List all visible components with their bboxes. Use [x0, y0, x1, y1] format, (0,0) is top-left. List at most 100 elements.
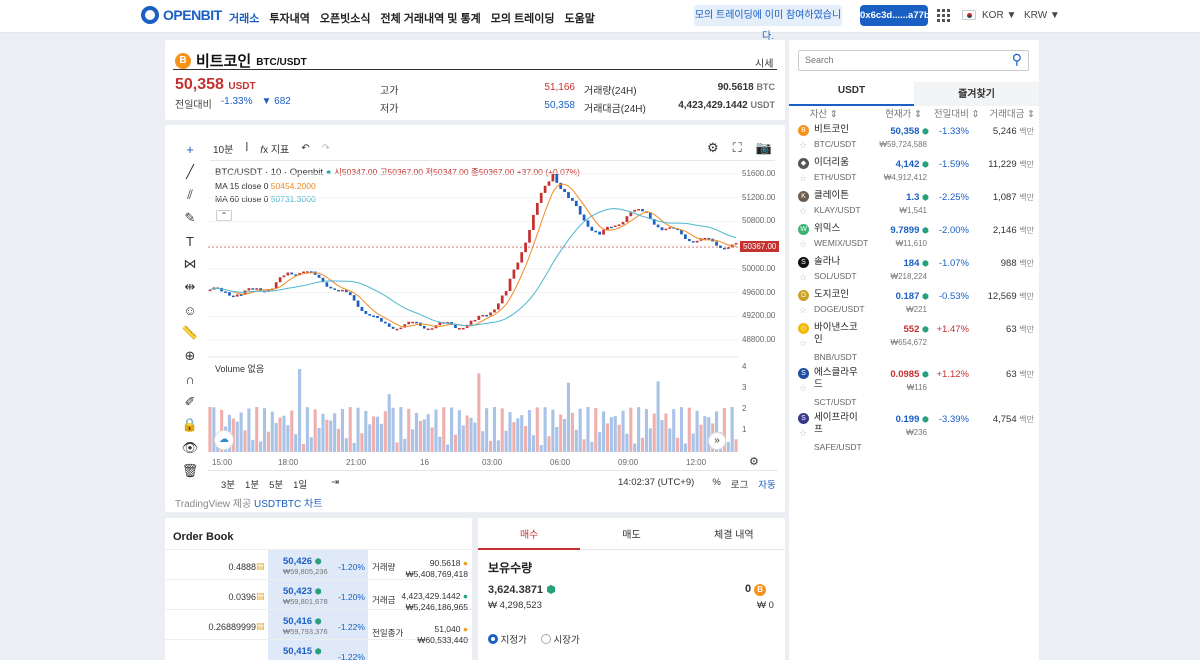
log-toggle[interactable]: 로그 — [731, 477, 748, 491]
lock-icon[interactable]: 🔒 — [181, 416, 199, 434]
candle — [372, 315, 375, 318]
menu-news[interactable]: 오픈빗소식 — [320, 10, 371, 26]
candle — [224, 291, 227, 293]
volume-bar — [290, 410, 294, 452]
candle — [399, 327, 403, 330]
favorite-star-icon[interactable]: ☆ — [799, 383, 807, 394]
favorite-star-icon[interactable]: ☆ — [799, 140, 807, 151]
candle — [582, 214, 586, 221]
logo[interactable]: OPENBIT — [141, 6, 222, 24]
coin-change: -2.00% — [938, 225, 969, 236]
trash-icon[interactable]: 🗑 — [181, 462, 199, 480]
camera-icon[interactable]: 📷 — [756, 140, 772, 156]
volume-bar — [683, 443, 687, 452]
indicators-button[interactable]: fx 지표 — [260, 141, 289, 156]
limit-radio[interactable]: 지정가 — [488, 632, 527, 646]
range-1m[interactable]: 1분 — [245, 477, 259, 491]
menu-mock-trading[interactable]: 모의 트레이딩 — [491, 10, 555, 26]
menu-investments[interactable]: 투자내역 — [269, 10, 309, 26]
candle — [722, 247, 726, 250]
measure-icon[interactable]: ⇹ — [181, 278, 199, 296]
favorite-star-icon[interactable]: ☆ — [799, 305, 807, 316]
menu-help[interactable]: 도움말 — [565, 10, 595, 26]
col-asset[interactable]: 자산 ⇕ — [793, 106, 854, 120]
col-volume[interactable]: 거래대금 ⇕ — [979, 106, 1035, 120]
zoom-icon[interactable]: ⊕ — [181, 347, 199, 365]
scroll-right-icon[interactable]: » — [708, 432, 726, 450]
quote-tab[interactable]: 시세 — [755, 55, 773, 70]
volume-bar — [691, 433, 695, 452]
range-5m[interactable]: 5분 — [269, 477, 283, 491]
range-1d[interactable]: 1일 — [293, 477, 307, 491]
tab-sell[interactable]: 매도 — [580, 526, 683, 550]
btc-balance: 0 B — [745, 583, 767, 596]
search-input[interactable] — [799, 51, 989, 69]
interval-button[interactable]: 10분 — [213, 141, 233, 156]
pattern-icon[interactable]: ⋈ — [181, 255, 199, 273]
favorite-star-icon[interactable]: ☆ — [799, 428, 807, 439]
menu-stats[interactable]: 전체 거래내역 및 통계 — [380, 10, 480, 26]
range-3m[interactable]: 3분 — [221, 477, 235, 491]
tab-history[interactable]: 체결 내역 — [682, 526, 785, 550]
col-change[interactable]: 전일대비 ⇕ — [922, 106, 980, 120]
tab-favorites[interactable]: 즐겨찾기 — [914, 82, 1039, 106]
price-chart[interactable] — [208, 162, 738, 472]
search-icon[interactable]: ⚲ — [1012, 51, 1022, 68]
settings-icon[interactable]: ⚙ — [707, 140, 719, 156]
volume-bar — [270, 411, 274, 452]
favorite-star-icon[interactable]: ☆ — [799, 206, 807, 217]
candle — [235, 294, 239, 297]
currency-select[interactable]: KRW ▼ — [1024, 10, 1060, 21]
x-tick: 15:00 — [212, 458, 233, 467]
apps-grid-icon[interactable] — [937, 9, 950, 22]
language-select[interactable]: KOR ▼ — [982, 10, 1016, 21]
candle — [606, 226, 609, 230]
trendline-icon[interactable]: ╱ — [181, 163, 199, 181]
fullscreen-icon[interactable]: ⛶ — [733, 140, 742, 156]
text-icon[interactable]: T — [181, 232, 199, 250]
chart-link[interactable]: USDTBTC 차트 — [254, 499, 322, 510]
fib-icon[interactable]: ⫽ — [181, 186, 199, 204]
favorite-star-icon[interactable]: ☆ — [799, 239, 807, 250]
percent-toggle[interactable]: % — [712, 477, 720, 491]
axis-settings-icon[interactable]: ⚙ — [749, 455, 759, 468]
ruler-icon[interactable]: 📏 — [181, 324, 199, 342]
candle-type-icon[interactable]: ꟾ — [245, 143, 248, 154]
tab-buy[interactable]: 매수 — [478, 526, 581, 550]
candle — [563, 188, 566, 193]
coin-icon: D — [798, 290, 809, 301]
coin-change: -1.33% — [938, 126, 969, 137]
undo-icon[interactable]: ↶ — [301, 143, 309, 154]
volume-bar — [527, 410, 532, 452]
mock-trading-notice[interactable]: 모의 트레이딩에 이미 참여하였습니다. — [694, 5, 842, 42]
volume-bar — [625, 433, 629, 452]
price-axis: 51600.0051200.0050800.0050400.0050000.00… — [740, 162, 780, 462]
tab-usdt[interactable]: USDT — [789, 82, 914, 106]
volume-bar — [535, 407, 539, 452]
ob-change: -1.20% — [338, 562, 365, 572]
pencil-lock-icon[interactable]: ✐ — [181, 393, 199, 411]
auto-toggle[interactable]: 자동 — [758, 477, 775, 491]
favorite-star-icon[interactable]: ☆ — [799, 173, 807, 184]
market-radio[interactable]: 시장가 — [540, 632, 580, 646]
brush-icon[interactable]: ✎ — [181, 209, 199, 227]
volume-bar — [582, 439, 586, 452]
redo-icon[interactable]: ↷ — [322, 143, 330, 154]
candle — [613, 225, 617, 227]
col-price[interactable]: 현재가 ⇕ — [854, 106, 922, 120]
candle — [633, 209, 637, 212]
tradingview-logo-icon[interactable]: ☁ — [214, 430, 234, 450]
candle — [368, 313, 372, 316]
eye-icon[interactable]: 👁 — [181, 439, 199, 457]
magnet-icon[interactable]: ∩ — [181, 370, 199, 388]
candle — [454, 324, 457, 329]
wallet-button[interactable]: 0x6c3d......a77b — [860, 5, 930, 26]
candle — [532, 214, 535, 230]
candle — [641, 209, 644, 212]
crosshair-icon[interactable]: + — [181, 140, 199, 158]
emoji-icon[interactable]: ☺ — [181, 301, 199, 319]
date-range-icon[interactable]: ⇥ — [331, 477, 339, 491]
menu-exchange[interactable]: 거래소 — [229, 10, 259, 26]
favorite-star-icon[interactable]: ☆ — [799, 272, 807, 283]
favorite-star-icon[interactable]: ☆ — [799, 338, 807, 349]
